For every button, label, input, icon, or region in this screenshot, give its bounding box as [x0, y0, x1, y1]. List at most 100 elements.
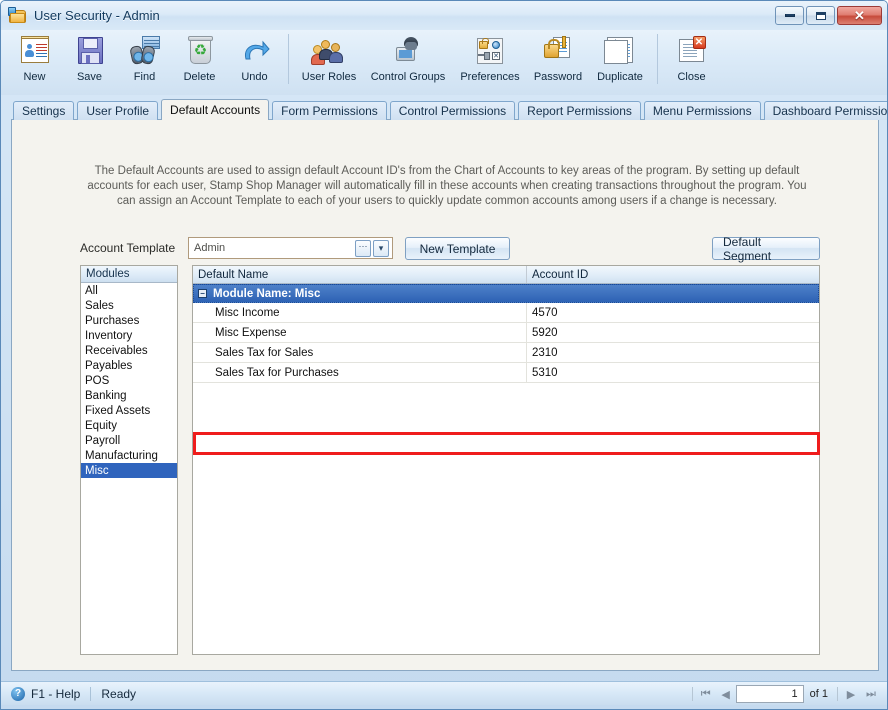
pager-divider: [837, 687, 838, 701]
first-record-button[interactable]: ⏮: [696, 685, 716, 703]
toolbar-label: Close: [677, 71, 706, 83]
toolbar-button-find[interactable]: Find: [117, 30, 172, 92]
title-bar: User Security - Admin ✕: [1, 1, 887, 30]
module-item-manufacturing[interactable]: Manufacturing: [81, 448, 177, 463]
column-header-default-name[interactable]: Default Name: [193, 266, 527, 283]
account-template-value: Admin: [194, 242, 226, 254]
preferences-lock-icon: ✕: [473, 34, 507, 68]
maximize-icon: [815, 11, 826, 20]
tab-user-profile[interactable]: User Profile: [77, 101, 159, 120]
table-row[interactable]: Sales Tax for Sales 2310: [193, 343, 819, 363]
toolbar-button-close[interactable]: ✕ Close: [664, 30, 719, 92]
toolbar-button-preferences[interactable]: ✕ Preferences: [453, 30, 527, 92]
tab-label: Dashboard Permissions: [772, 104, 888, 118]
module-label: Purchases: [85, 314, 140, 327]
chevron-down-icon[interactable]: ▾: [373, 239, 389, 257]
module-label: Misc: [85, 464, 109, 477]
page-number-input[interactable]: 1: [735, 685, 804, 703]
toolbar-label: Find: [133, 71, 156, 83]
tab-label: Control Permissions: [398, 104, 507, 118]
maximize-button[interactable]: [806, 6, 835, 25]
toolbar-button-control-groups[interactable]: Control Groups: [363, 30, 453, 92]
toolbar-button-new[interactable]: New: [7, 30, 62, 92]
description-text: The Default Accounts are used to assign …: [87, 165, 807, 207]
grid-group-header-row[interactable]: − Module Name: Misc: [193, 284, 819, 303]
toolbar-label: New: [23, 71, 46, 83]
toolbar-button-duplicate[interactable]: Duplicate: [589, 30, 651, 92]
record-pager: ⏮ ◀ 1 of 1 ▶ ⏭: [689, 684, 881, 704]
module-item-receivables[interactable]: Receivables: [81, 343, 177, 358]
close-document-icon: ✕: [675, 34, 709, 68]
toolbar-button-delete[interactable]: ♻ Delete: [172, 30, 227, 92]
new-template-button[interactable]: New Template: [405, 237, 510, 260]
cell-default-name: Misc Income: [193, 303, 527, 322]
default-segment-button[interactable]: Default Segment: [712, 234, 820, 263]
module-item-sales[interactable]: Sales: [81, 298, 177, 313]
tab-control-permissions[interactable]: Control Permissions: [389, 101, 516, 120]
user-computer-icon: [391, 34, 425, 68]
cell-account-id: 4570: [532, 306, 558, 319]
module-label: Inventory: [85, 329, 133, 342]
floppy-disk-icon: [73, 34, 107, 68]
module-item-inventory[interactable]: Inventory: [81, 328, 177, 343]
next-record-button[interactable]: ▶: [841, 685, 861, 703]
module-label: Banking: [85, 389, 127, 402]
ellipsis-icon[interactable]: ···: [355, 239, 371, 257]
cell-default-name: Sales Tax for Purchases: [193, 363, 527, 382]
module-item-all[interactable]: All: [81, 283, 177, 298]
toolbar-button-password[interactable]: Password: [527, 30, 589, 92]
tab-default-accounts[interactable]: Default Accounts: [161, 99, 270, 120]
binoculars-icon: [128, 34, 162, 68]
tab-menu-permissions[interactable]: Menu Permissions: [643, 101, 761, 120]
close-button[interactable]: ✕: [837, 6, 882, 25]
last-record-button[interactable]: ⏭: [861, 685, 881, 703]
module-item-pos[interactable]: POS: [81, 373, 177, 388]
minimize-button[interactable]: [775, 6, 804, 25]
collapse-expander-icon[interactable]: −: [198, 289, 207, 298]
module-item-purchases[interactable]: Purchases: [81, 313, 177, 328]
module-item-payroll[interactable]: Payroll: [81, 433, 177, 448]
button-label: New Template: [419, 241, 496, 256]
tab-strip: Settings User Profile Default Accounts F…: [13, 99, 888, 120]
tab-settings[interactable]: Settings: [13, 101, 75, 120]
module-item-payables[interactable]: Payables: [81, 358, 177, 373]
help-hint[interactable]: ? F1 - Help: [11, 686, 81, 701]
table-row[interactable]: Sales Tax for Purchases 5310: [193, 363, 819, 383]
tab-report-permissions[interactable]: Report Permissions: [518, 101, 641, 120]
toolbar-button-user-roles[interactable]: User Roles: [295, 30, 363, 92]
module-item-equity[interactable]: Equity: [81, 418, 177, 433]
module-item-banking[interactable]: Banking: [81, 388, 177, 403]
toolbar-label: Preferences: [460, 71, 520, 83]
duplicate-pages-icon: [603, 34, 637, 68]
tab-form-permissions[interactable]: Form Permissions: [272, 101, 387, 120]
column-header-account-id[interactable]: Account ID: [527, 266, 819, 283]
toolbar-label: Delete: [183, 71, 216, 83]
tab-label: Settings: [22, 104, 66, 118]
status-divider: [90, 686, 92, 701]
tab-label: User Profile: [86, 104, 150, 118]
toolbar-button-undo[interactable]: Undo: [227, 30, 282, 92]
tab-dashboard-permissions[interactable]: Dashboard Permissions: [763, 101, 888, 120]
table-row[interactable]: Misc Income 4570: [193, 303, 819, 323]
module-label: Payables: [85, 359, 133, 372]
account-template-row: Account Template Admin ··· ▾ New Templat…: [80, 234, 820, 263]
app-icon: [8, 6, 27, 25]
module-label: Equity: [85, 419, 117, 432]
cell-default-name: Sales Tax for Sales: [193, 343, 527, 362]
cell-account-id: 5920: [532, 326, 558, 339]
module-item-fixed-assets[interactable]: Fixed Assets: [81, 403, 177, 418]
toolbar-label: Control Groups: [370, 71, 446, 83]
users-group-icon: [311, 34, 346, 68]
help-label: F1 - Help: [31, 686, 81, 701]
undo-arrow-icon: [238, 34, 272, 68]
new-record-icon: [18, 34, 52, 68]
module-item-misc[interactable]: Misc: [81, 463, 177, 478]
cell-account-id: 2310: [532, 346, 558, 359]
status-bar: ? F1 - Help Ready ⏮ ◀ 1 of 1 ▶ ⏭: [1, 681, 887, 705]
group-header-label: Module Name: Misc: [213, 287, 321, 300]
button-label: Default Segment: [723, 234, 772, 263]
table-row-highlighted[interactable]: Misc Expense 5920: [193, 323, 819, 343]
toolbar-button-save[interactable]: Save: [62, 30, 117, 92]
previous-record-button[interactable]: ◀: [716, 685, 736, 703]
account-template-combo[interactable]: Admin ··· ▾: [188, 237, 393, 259]
